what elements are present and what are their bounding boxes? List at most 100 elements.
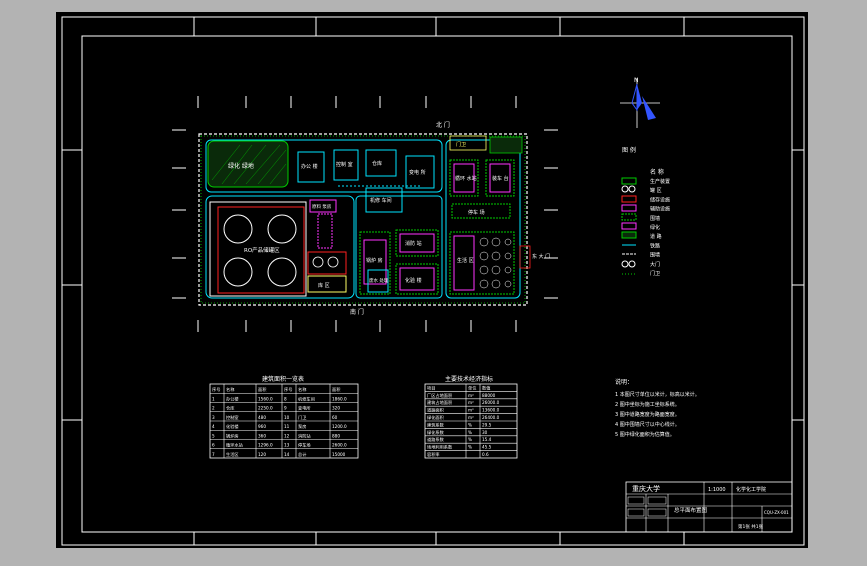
table-cell: % (468, 430, 472, 435)
table-cell: 绿化系数 (427, 429, 445, 436)
title-school: 重庆大学 (632, 484, 660, 493)
table-cell: 循环水站 (226, 442, 243, 449)
table-cell: m² (468, 415, 474, 420)
building-b8-label: 装车 台 (492, 175, 509, 182)
note-line: 2 图中坐标为施工坐标系统。 (615, 401, 680, 408)
legend-header: 名 称 (650, 168, 664, 176)
legend-label: 门卫 (650, 270, 660, 277)
table-cell: 1 (212, 396, 215, 401)
table-cell: 13600.0 (482, 408, 500, 413)
table-cell: 1200.0 (332, 424, 347, 429)
table-cell: 消防站 (298, 432, 311, 439)
table-cell: 仓库 (226, 405, 234, 412)
table-cell: 30 (482, 430, 488, 435)
table-cell: 停车场 (298, 442, 311, 449)
table-cell: 480 (258, 415, 266, 420)
table-cell: 360 (258, 433, 266, 438)
gate-east-label: 东 大 门 (532, 253, 550, 260)
table-cell: 总计 (298, 451, 306, 458)
table-header-cell: 面积 (258, 386, 266, 393)
table-cell: 8 (284, 396, 287, 401)
legend-label: 铁路 (650, 242, 660, 249)
title-scale: 1:1000 (708, 487, 726, 493)
table-cell: 控制室 (226, 414, 239, 421)
tank-area-label: RO产品储罐区 (244, 246, 280, 254)
table-cell: 2 (212, 406, 215, 411)
table-cell: 11 (284, 424, 290, 429)
legend-label: 绿化 (650, 224, 660, 231)
table-cell: 1860.0 (332, 396, 347, 401)
building-b5-label: 机修 车间 (370, 197, 392, 204)
table-cell: 5 (212, 433, 215, 438)
table-cell: 化验楼 (226, 423, 239, 430)
table-cell: % (468, 445, 472, 450)
table-cell: 道路面积 (427, 407, 444, 414)
table-header-cell: 序号 (212, 386, 220, 393)
green-corner-ne (489, 136, 523, 154)
table-cell: 29.5 (482, 422, 492, 427)
table-cell: 机修车间 (298, 395, 315, 402)
legend-title: 图 例 (622, 146, 636, 154)
table-cell: 办公楼 (226, 395, 239, 402)
table-header-cell: 数值 (482, 384, 490, 391)
building-b4-label: 变电 所 (409, 169, 426, 176)
legend-label: 围墙 (650, 215, 660, 222)
table-cell: 绿化面积 (427, 414, 444, 421)
table-cell: 门卫 (298, 414, 306, 421)
legend-label: 生产装置 (650, 178, 670, 185)
legend-label: 储存设施 (650, 196, 670, 203)
table-cell: 14 (284, 452, 290, 457)
table-cell: 60 (332, 415, 338, 420)
table-header-cell: 单位 (468, 384, 476, 391)
table-cell: 26000.0 (482, 400, 500, 405)
table-cell: m² (468, 400, 474, 405)
legend-label: 围墙 (650, 252, 660, 259)
table-cell: 880 (332, 433, 340, 438)
table-cell: 道路系数 (427, 436, 445, 443)
table-header-cell: 名称 (298, 386, 306, 393)
table-cell: 变电所 (298, 405, 311, 412)
building-b10-label: 锅炉 房 (366, 257, 383, 264)
title-sheet: 第1张 共1张 (738, 523, 764, 530)
table-header-cell: 序号 (284, 386, 292, 393)
gate-south-label: 南 门 (350, 308, 364, 316)
table-header-cell: 名称 (226, 386, 234, 393)
table-cell: 1296.0 (258, 443, 273, 448)
table-cell: 2600.0 (332, 443, 347, 448)
table-cell: 场地利用系数 (427, 444, 453, 451)
building-b11-label: 消防 站 (405, 240, 422, 247)
table-cell: 3 (212, 415, 215, 420)
drawing-canvas[interactable]: 绿化 绿地 办公 楼 控制 室 仓库 变电 所 机修 车间 北 门 门卫 循环 … (0, 0, 867, 562)
notes-title: 说明： (615, 378, 633, 386)
building-b14-label: 停车 场 (468, 209, 485, 216)
table-cell: 1560.0 (258, 396, 273, 401)
title-org: 化学化工学院 (736, 486, 766, 493)
table-cell: % (468, 422, 472, 427)
model-space-background (56, 12, 808, 548)
table-cell: 2250.0 (258, 406, 273, 411)
title-drawing-no: CQU-ZX-001 (764, 510, 789, 515)
gate-north-label: 北 门 (436, 121, 450, 129)
table-cell: 4 (212, 424, 215, 429)
legend-label: 辅助设施 (650, 206, 670, 213)
green-area-label: 绿化 绿地 (228, 162, 254, 170)
cad-viewport[interactable]: 绿化 绿地 办公 楼 控制 室 仓库 变电 所 机修 车间 北 门 门卫 循环 … (0, 0, 867, 562)
building-b12-label: 化验 楼 (405, 277, 422, 284)
table-cell: 120 (258, 452, 266, 457)
note-line: 4 图中围墙尺寸以中心线计。 (615, 421, 680, 428)
table-cell: 厂区占地面积 (427, 392, 452, 399)
legend-label: 罐 区 (650, 187, 662, 194)
table-cell: 960 (258, 424, 266, 429)
table-cell: % (468, 437, 472, 442)
table-cell: 9 (284, 406, 287, 411)
svg-text:N: N (634, 77, 639, 84)
table-cell: 6 (212, 443, 215, 448)
table-building-areas: 建筑面积一览表 序号 名称 面积 序号 名称 面积1 办公楼 1560.0 8 机修车间 1860.… (209, 375, 359, 459)
table2-title: 主要技术经济指标 (445, 375, 493, 383)
table-cell: m² (468, 393, 474, 398)
title-drawing: 总平面布置图 (674, 506, 708, 514)
legend-label: 道 路 (650, 233, 662, 240)
table1-title: 建筑面积一览表 (262, 375, 304, 383)
table-cell: 320 (332, 406, 340, 411)
table-cell: 88000 (482, 393, 496, 398)
